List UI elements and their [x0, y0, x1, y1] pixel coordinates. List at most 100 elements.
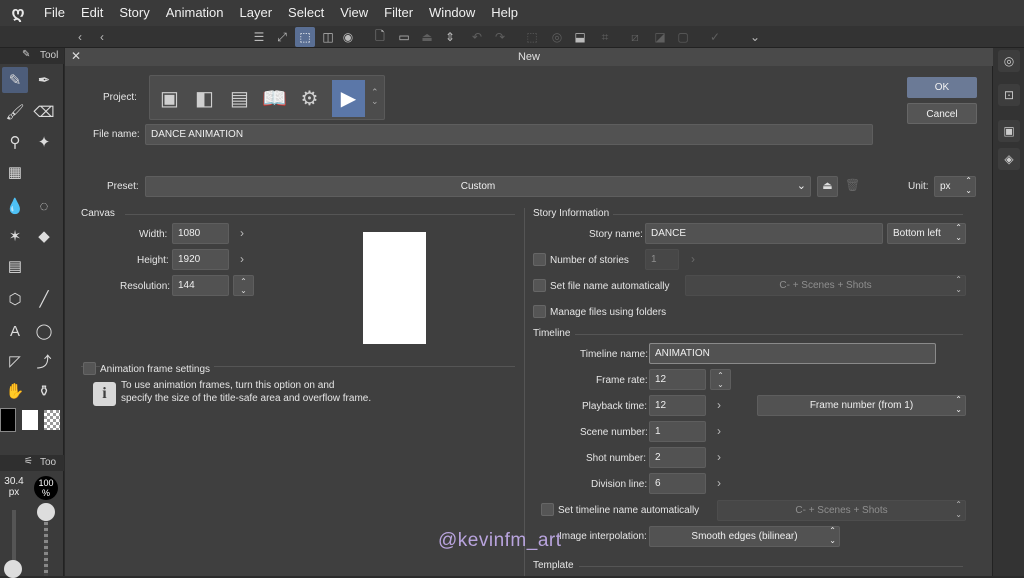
sparkle-tool-icon[interactable]: ✦ [31, 129, 57, 155]
menu-file[interactable]: File [36, 0, 73, 26]
chevron-right-icon[interactable]: › [240, 226, 244, 240]
menu-help[interactable]: Help [483, 0, 526, 26]
target-icon[interactable]: ◉ [338, 27, 358, 47]
lasso-tool-icon[interactable]: ◌ [31, 193, 57, 219]
menu-edit[interactable]: Edit [73, 0, 111, 26]
delete-preset-icon[interactable]: 🗑 [845, 178, 860, 192]
menu-view[interactable]: View [332, 0, 376, 26]
clear-icon[interactable]: ⬓ [570, 27, 590, 47]
animation-frame-checkbox[interactable] [83, 362, 96, 375]
app-logo-icon[interactable]: ღ [0, 0, 36, 26]
chevron-left-icon[interactable]: ‹ [70, 27, 90, 47]
navigator-icon[interactable]: ◎ [998, 50, 1020, 72]
file-name-input[interactable]: DANCE ANIMATION [145, 124, 873, 145]
new-file-icon[interactable]: 🗋 [370, 27, 390, 47]
width-input[interactable]: 1080 [172, 223, 229, 244]
shape-tool-icon[interactable]: ⬡ [2, 286, 28, 312]
layer-icon[interactable]: ◈ [998, 148, 1020, 170]
custom-project-icon[interactable]: ⚙ [293, 80, 326, 117]
eraser-tool-icon[interactable]: ⌫ [31, 99, 57, 125]
pen-tool-icon[interactable]: ✎ [2, 67, 28, 93]
timeline-name-pattern-dropdown[interactable]: C- + Scenes + Shots ⌃ ⌄ [717, 500, 966, 521]
project-scroll-icon[interactable]: ⌃ ⌄ [371, 88, 379, 106]
illustration-project-icon[interactable]: ▣ [153, 80, 186, 117]
resolution-spin-icon[interactable]: ⌃ ⌄ [233, 275, 254, 296]
file-name-pattern-dropdown[interactable]: C- + Scenes + Shots ⌃ ⌄ [685, 275, 966, 296]
save-icon[interactable]: ⏏ [417, 27, 437, 47]
scene-number-input[interactable]: 1 [649, 421, 706, 442]
menu-select[interactable]: Select [280, 0, 332, 26]
eyedropper-icon[interactable]: ⚱ [31, 378, 57, 404]
frame-rate-spin-icon[interactable]: ⌃ ⌄ [710, 369, 731, 390]
chevron-right-icon[interactable]: › [717, 398, 721, 412]
redo-icon[interactable]: ↷ [490, 27, 510, 47]
fill-bucket-icon[interactable]: ◆ [31, 223, 57, 249]
set-timeline-name-checkbox[interactable] [541, 503, 554, 516]
invert-icon[interactable]: ◪ [650, 27, 670, 47]
deselect-icon[interactable]: ⧄ [625, 27, 645, 47]
crop-icon[interactable]: ⌗ [595, 27, 615, 47]
chevron-right-icon[interactable]: › [717, 450, 721, 464]
manage-files-checkbox[interactable] [533, 305, 546, 318]
height-input[interactable]: 1920 [172, 249, 229, 270]
playback-unit-dropdown[interactable]: Frame number (from 1) ⌃ ⌄ [757, 395, 966, 416]
brush-tool-icon[interactable]: 🖌 [2, 99, 28, 125]
menu-animation[interactable]: Animation [158, 0, 232, 26]
menu-window[interactable]: Window [421, 0, 483, 26]
blend-tool-icon[interactable]: 💧 [2, 193, 28, 219]
unit-dropdown[interactable]: px ⌃ ⌄ [934, 176, 976, 197]
marker-tool-icon[interactable]: ✒ [31, 67, 57, 93]
open-file-icon[interactable]: ▭ [394, 27, 414, 47]
grid-tool-icon[interactable]: ▦ [2, 159, 28, 185]
correct-line-icon[interactable]: ⤴ [31, 348, 57, 374]
chevron-left-icon[interactable]: ‹ [92, 27, 112, 47]
menu-story[interactable]: Story [111, 0, 157, 26]
transform-icon[interactable]: ⬚ [295, 27, 315, 47]
resolution-input[interactable]: 144 [172, 275, 229, 296]
hand-tool-icon[interactable]: ✋ [2, 378, 28, 404]
sub-color-swatch[interactable] [22, 410, 38, 430]
story-position-dropdown[interactable]: Bottom left ⌃ ⌄ [887, 223, 966, 244]
resize-icon[interactable]: ⤢ [272, 27, 292, 47]
chevron-right-icon[interactable]: › [691, 252, 695, 266]
set-file-name-checkbox[interactable] [533, 279, 546, 292]
number-of-stories-checkbox[interactable] [533, 253, 546, 266]
animation-project-icon[interactable]: ▶ [332, 80, 365, 117]
preset-dropdown[interactable]: Custom ⌄ [145, 176, 811, 197]
check-icon[interactable]: ✓ [705, 27, 725, 47]
airbrush-tool-icon[interactable]: ⚲ [2, 129, 28, 155]
number-of-stories-input[interactable]: 1 [645, 249, 679, 270]
text-tool-icon[interactable]: A [2, 318, 28, 344]
menu-layer[interactable]: Layer [232, 0, 281, 26]
image-interpolation-dropdown[interactable]: Smooth edges (bilinear) ⌃ ⌄ [649, 526, 840, 547]
playback-time-input[interactable]: 12 [649, 395, 706, 416]
book-project-icon[interactable]: 📖 [258, 80, 291, 117]
opacity-slider-handle[interactable] [37, 503, 55, 521]
chevron-right-icon[interactable]: › [717, 424, 721, 438]
balloon-tool-icon[interactable]: ◯ [31, 318, 57, 344]
scroll-icon[interactable]: ⇕ [440, 27, 460, 47]
save-preset-icon[interactable]: ⏏ [817, 176, 838, 197]
magic-wand-icon[interactable]: ✶ [2, 223, 28, 249]
close-icon[interactable]: ✕ [71, 49, 81, 63]
menu-filter[interactable]: Filter [376, 0, 421, 26]
chevron-down-icon[interactable]: ⌄ [745, 27, 765, 47]
border-icon[interactable]: ▢ [673, 27, 693, 47]
layer-property-icon[interactable]: ⊡ [998, 84, 1020, 106]
webtoon-project-icon[interactable]: ◧ [188, 80, 221, 117]
color-profile-icon[interactable]: ◫ [318, 27, 338, 47]
main-color-swatch[interactable] [0, 408, 16, 432]
color-set-icon[interactable]: ▣ [998, 120, 1020, 142]
brush-size-slider-handle[interactable] [4, 560, 22, 578]
chevron-right-icon[interactable]: › [240, 252, 244, 266]
ruler-tool-icon[interactable]: ◸ [2, 348, 28, 374]
select-icon[interactable]: ⬚ [522, 27, 542, 47]
cancel-button[interactable]: Cancel [907, 103, 977, 124]
ok-button[interactable]: OK [907, 77, 977, 98]
shot-number-input[interactable]: 2 [649, 447, 706, 468]
division-line-input[interactable]: 6 [649, 473, 706, 494]
timeline-name-input[interactable]: ANIMATION [649, 343, 936, 364]
frame-rate-input[interactable]: 12 [649, 369, 706, 390]
comic-project-icon[interactable]: ▤ [223, 80, 256, 117]
fill-icon[interactable]: ◎ [547, 27, 567, 47]
